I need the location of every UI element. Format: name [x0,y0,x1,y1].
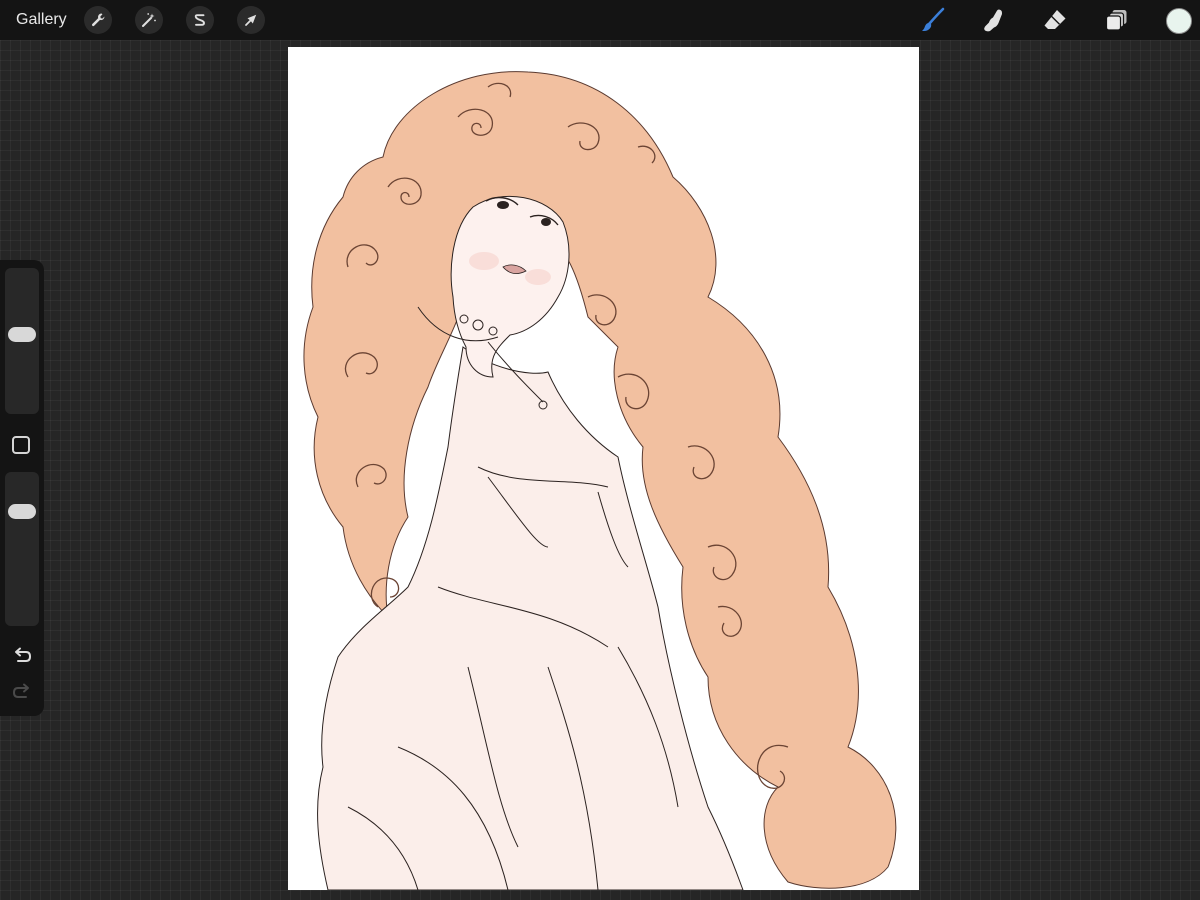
procreate-app: Gallery [0,0,1200,900]
opacity-slider[interactable] [5,472,39,626]
brush-tool-button[interactable] [917,4,949,36]
actions-button[interactable] [84,6,112,34]
layers-button[interactable] [1101,4,1133,36]
redo-icon[interactable] [11,680,33,702]
opacity-thumb[interactable] [8,504,36,520]
color-picker-swatch[interactable] [1166,8,1192,34]
selection-button[interactable] [186,6,214,34]
adjustments-button[interactable] [135,6,163,34]
layers-icon [1105,10,1127,31]
selection-s-icon [194,14,205,26]
paintbrush-icon [922,7,945,32]
top-toolbar: Gallery [0,0,1200,40]
transform-button[interactable] [237,6,265,34]
cursor-arrow-icon [245,14,257,26]
modify-square-button[interactable] [12,436,30,454]
smudge-finger-icon [984,9,1003,32]
brush-size-thumb[interactable] [8,327,36,343]
undo-icon[interactable] [11,644,33,666]
gallery-button[interactable]: Gallery [16,10,67,30]
smudge-tool-button[interactable] [978,4,1010,36]
wrench-icon [91,13,105,27]
brush-size-slider[interactable] [5,268,39,414]
eraser-icon [1044,10,1066,29]
drawing-canvas[interactable] [288,47,919,890]
magic-wand-icon [142,13,156,27]
artwork-illustration [303,71,897,890]
left-sidebar [0,260,44,716]
eraser-tool-button[interactable] [1039,4,1071,36]
